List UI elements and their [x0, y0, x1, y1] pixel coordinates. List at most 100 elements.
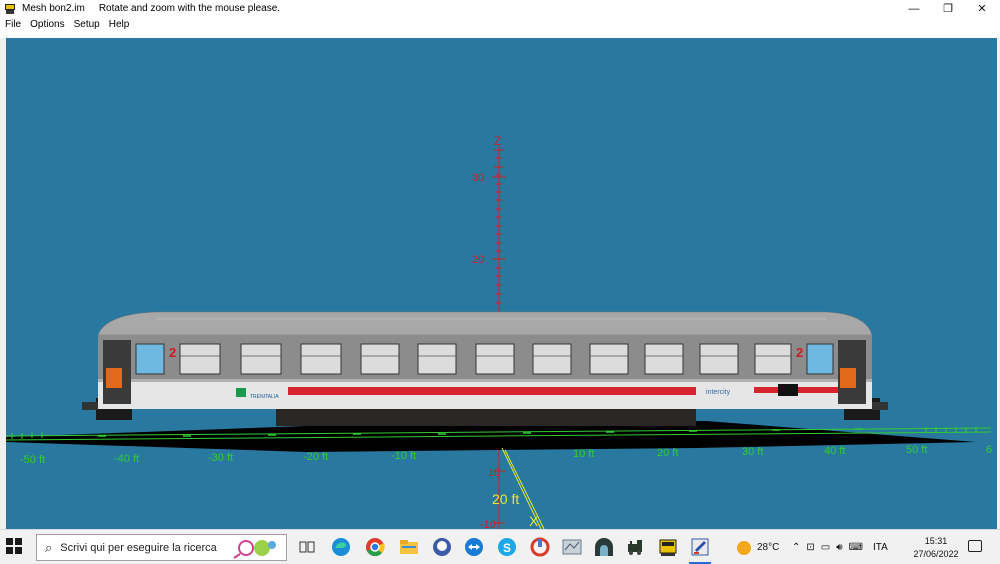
coach-windows	[135, 343, 834, 375]
volume-icon[interactable]: 🔊︎	[836, 542, 842, 553]
x-tick-label: 20 ft	[492, 491, 519, 507]
chrome-icon[interactable]	[364, 536, 386, 558]
window	[644, 343, 684, 375]
close-button[interactable]: ✕	[965, 0, 999, 17]
file-explorer-icon[interactable]	[398, 536, 420, 558]
z-tick-label: 20	[472, 254, 484, 266]
z-tick-label: -10	[480, 519, 496, 529]
z-axis	[492, 146, 506, 314]
window-hint: Rotate and zoom with the mouse please.	[98, 3, 281, 14]
y-tick-label: -40 ft	[114, 453, 139, 465]
system-tray: ⌃ ⊡ ▭ 🔊︎ ⌨ ITA	[792, 530, 888, 564]
y-tick-label: -50 ft	[20, 454, 45, 466]
coach-model[interactable]: 2 2 TRENITALIA intercity	[82, 311, 888, 426]
notifications-icon[interactable]	[968, 540, 982, 552]
buffer-right	[872, 402, 888, 410]
restore-icon: ❐	[943, 3, 953, 15]
window	[754, 343, 792, 375]
window	[417, 343, 457, 375]
door-step-right	[840, 368, 856, 388]
map-app-icon[interactable]	[561, 536, 583, 558]
language-indicator[interactable]: ITA	[873, 542, 888, 553]
sun-icon	[737, 540, 751, 555]
start-button[interactable]	[6, 538, 24, 556]
3d-viewport[interactable]: -50 ft -40 ft -30 ft -20 ft -10 ft 10 ft…	[6, 38, 997, 529]
github-icon[interactable]	[431, 536, 453, 558]
window	[240, 343, 282, 375]
window	[360, 343, 400, 375]
x-axis-label: X	[529, 513, 539, 529]
window-blue-right	[806, 343, 834, 375]
coach-roof	[97, 311, 873, 336]
z-axis-lower	[493, 450, 505, 529]
y-tick-label: 20 ft	[657, 447, 678, 459]
y-tick-label: 10 ft	[573, 448, 594, 460]
z-tick-label: 10	[488, 467, 500, 479]
window	[589, 343, 629, 375]
minimize-button[interactable]: —	[897, 0, 931, 17]
window	[475, 343, 515, 375]
y-tick-label: -20 ft	[303, 451, 328, 463]
y-tick-label: 50 ft	[906, 444, 927, 456]
menu-setup[interactable]: Setup	[74, 19, 100, 30]
trenitalia-logo: TRENITALIA	[250, 394, 279, 400]
window-title: Mesh bon2.im	[22, 3, 85, 14]
coach-grey-line	[98, 379, 872, 382]
network-icon[interactable]: ⊡	[806, 542, 814, 553]
window	[300, 343, 342, 375]
window-blue-left	[135, 343, 165, 375]
window	[179, 343, 221, 375]
coach-class-left: 2	[169, 345, 176, 360]
menu-options[interactable]: Options	[30, 19, 64, 30]
red-app-icon[interactable]	[529, 536, 551, 558]
z-axis-label: Z	[494, 134, 501, 148]
y-tick-label: -10 ft	[391, 450, 416, 462]
coach-app-icon[interactable]	[657, 536, 679, 558]
app-icon	[4, 3, 16, 15]
z-tick-label: 30	[472, 172, 484, 184]
door-step-left	[106, 368, 122, 388]
y-tick-label: -30 ft	[208, 452, 233, 464]
app-window: Mesh bon2.im Rotate and zoom with the mo…	[0, 0, 1000, 564]
teamviewer-icon[interactable]	[463, 536, 485, 558]
viewport-canvas[interactable]: -50 ft -40 ft -30 ft -20 ft -10 ft 10 ft…	[6, 38, 997, 529]
menu-help[interactable]: Help	[109, 19, 130, 30]
trenitalia-logo-icon	[236, 388, 246, 397]
search-box[interactable]: ⌕ Scrivi qui per eseguire la ricerca	[36, 534, 287, 561]
y-tick-label: 40 ft	[824, 445, 845, 457]
window	[699, 343, 739, 375]
menu-bar: File Options Setup Help	[0, 17, 1000, 32]
svg-text:S: S	[503, 541, 511, 555]
windows-logo-icon	[6, 538, 13, 545]
locomotive-app-icon[interactable]	[625, 536, 647, 558]
device-icon[interactable]: ▭	[821, 542, 830, 553]
restore-button[interactable]: ❐	[931, 0, 965, 17]
chevron-up-icon[interactable]: ⌃	[792, 542, 800, 553]
search-icon: ⌕	[45, 539, 53, 555]
clock-date: 27/06/2022	[913, 549, 959, 559]
search-placeholder: Scrivi qui per eseguire la ricerca	[60, 541, 217, 554]
search-highlight-icon	[233, 540, 276, 559]
close-icon: ✕	[977, 3, 987, 15]
coach-class-right: 2	[796, 345, 803, 360]
y-tick-label: 6	[986, 444, 992, 456]
keyboard-icon[interactable]: ⌨	[849, 542, 863, 553]
weather-temperature: 28°C	[757, 542, 780, 553]
clock[interactable]: 15:31 27/06/2022	[910, 535, 962, 561]
coach-red-stripe	[288, 387, 696, 395]
task-view-icon[interactable]	[296, 536, 318, 558]
y-tick-label: 30 ft	[742, 446, 763, 458]
minimize-icon: —	[908, 2, 920, 15]
taskbar: ⌕ Scrivi qui per eseguire la ricerca S 2…	[0, 529, 1000, 564]
editor-app-icon[interactable]	[689, 536, 711, 558]
coach-vent	[778, 384, 798, 396]
edge-icon[interactable]	[330, 536, 352, 558]
skype-icon[interactable]: S	[496, 536, 518, 558]
title-bar: Mesh bon2.im Rotate and zoom with the mo…	[0, 0, 1000, 17]
weather-widget[interactable]: 28°C	[737, 530, 779, 564]
buffer-left	[82, 402, 98, 410]
tunnel-app-icon[interactable]	[593, 536, 615, 558]
intercity-logo: intercity	[706, 389, 731, 396]
clock-time: 15:31	[924, 536, 948, 546]
menu-file[interactable]: File	[5, 19, 21, 30]
